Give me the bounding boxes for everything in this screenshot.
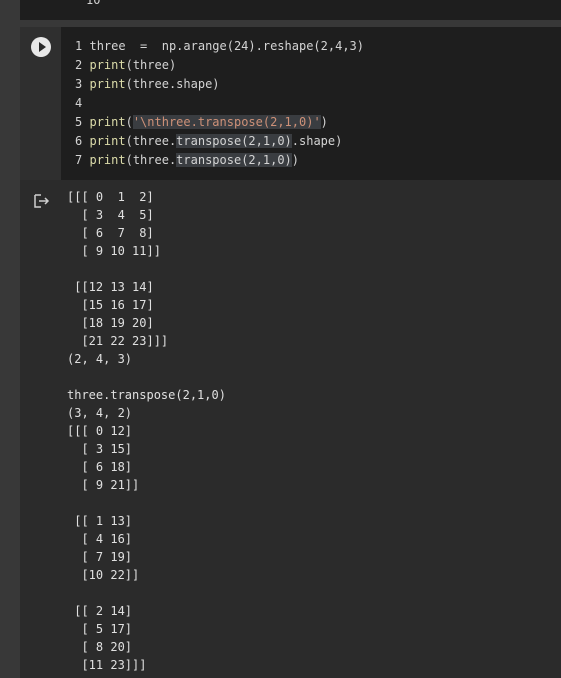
code-highlight: transpose(2,1,0)	[176, 153, 292, 167]
code-line-5[interactable]: 5 print('\nthree.transpose(2,1,0)')	[75, 113, 328, 132]
code-line-4[interactable]: 4	[75, 94, 89, 113]
code-text: (three)	[125, 58, 177, 72]
cell-output-text: [[[ 0 1 2] [ 3 4 5] [ 6 7 8] [ 9 10 11]]…	[67, 190, 226, 672]
code-line-3[interactable]: 3 print(three.shape)	[75, 75, 220, 94]
code-string: '\nthree.transpose(2,1,0)'	[132, 115, 321, 129]
line-number: 1	[75, 39, 83, 53]
line-number: 6	[75, 134, 83, 148]
code-cell[interactable]: 1 three = np.arange(24).reshape(2,4,3) 2…	[20, 27, 561, 180]
line-number: 7	[75, 153, 83, 167]
code-line-1[interactable]: 1 three = np.arange(24).reshape(2,4,3)	[75, 37, 364, 56]
code-text: )	[291, 153, 299, 167]
code-text: (three.	[125, 153, 177, 167]
code-text: three = np.arange(24).reshape(2,4,3)	[89, 39, 365, 53]
line-number: 3	[75, 77, 83, 91]
output-arrow-icon[interactable]	[34, 194, 50, 208]
cell-gutter	[20, 27, 61, 180]
code-keyword: print	[89, 58, 126, 72]
code-line-7[interactable]: 7 print(three.transpose(2,1,0))	[75, 151, 299, 170]
code-highlight: transpose(2,1,0)	[176, 134, 292, 148]
play-icon[interactable]	[31, 37, 51, 57]
code-keyword: print	[89, 153, 126, 167]
line-number: 5	[75, 115, 83, 129]
code-keyword: print	[89, 115, 126, 129]
code-line-2[interactable]: 2 print(three)	[75, 56, 176, 75]
code-line-6[interactable]: 6 print(three.transpose(2,1,0).shape)	[75, 132, 342, 151]
code-text: )	[320, 115, 328, 129]
code-keyword: print	[89, 134, 126, 148]
code-editor[interactable]: 1 three = np.arange(24).reshape(2,4,3) 2…	[61, 27, 561, 180]
code-keyword: print	[89, 77, 126, 91]
previous-cell-output: 10	[20, 0, 561, 20]
code-text: (three.shape)	[125, 77, 220, 91]
code-text: .shape)	[291, 134, 343, 148]
line-number: 4	[75, 96, 83, 110]
previous-output-text: 10	[86, 0, 101, 7]
line-number: 2	[75, 58, 83, 72]
code-text: (three.	[125, 134, 177, 148]
code-text: (	[125, 115, 133, 129]
cell-output-area: [[[ 0 1 2] [ 3 4 5] [ 6 7 8] [ 9 10 11]]…	[20, 180, 561, 678]
